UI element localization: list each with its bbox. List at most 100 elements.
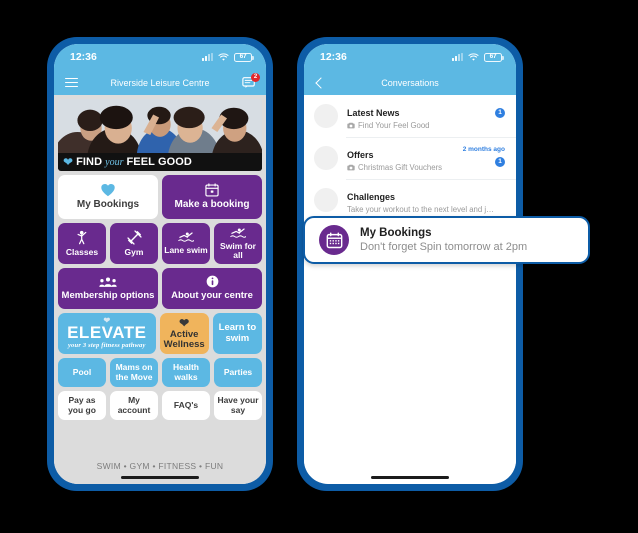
elevate-tagline: your 3 step fitness pathway (67, 342, 146, 350)
footer-tagline: SWIM • GYM • FITNESS • FUN (96, 461, 224, 472)
tile-my-bookings[interactable]: My Bookings (58, 175, 158, 219)
messages-button[interactable]: 2 (241, 72, 260, 91)
heart-icon: ❤ (179, 315, 190, 330)
person-exercising-icon (76, 230, 89, 245)
wifi-icon (468, 52, 479, 61)
battery-level: 67 (489, 52, 497, 60)
people-group-icon (99, 276, 117, 288)
conversation-preview: Christmas Gift Vouchers (358, 163, 443, 172)
tile-pool[interactable]: Pool (58, 358, 106, 387)
hamburger-menu-icon[interactable] (65, 77, 78, 88)
hero-text-2: your (105, 156, 124, 168)
tile-label: Learn to swim (218, 322, 257, 344)
unread-badge: 1 (495, 157, 505, 167)
hero-text-3: FEEL GOOD (126, 156, 192, 168)
status-time: 12:36 (70, 51, 97, 63)
home-body: ❤ FIND your FEEL GOOD My Bookings Make a… (54, 95, 266, 484)
conversations-header: Conversations (304, 70, 516, 95)
tile-about-your-centre[interactable]: About your centre (162, 268, 262, 309)
tile-pay-as-you-go[interactable]: Pay as you go (58, 391, 106, 420)
tile-label: Lane swim (164, 245, 208, 256)
home-indicator (121, 476, 199, 479)
conversation-preview-wrap: Christmas Gift Vouchers (347, 163, 454, 172)
screenshot-canvas: 12:36 67 Riverside Leisure Centre 2 ❤ FI… (0, 0, 638, 533)
swimmer-icon (178, 231, 194, 243)
conversation-content: Challenges Take your workout to the next… (347, 187, 496, 214)
tile-label: Have your say (217, 395, 259, 415)
signal-bars-icon (452, 53, 463, 61)
avatar (314, 188, 338, 212)
tile-label: FAQ's (173, 399, 199, 410)
highlighted-conversation-card[interactable]: My Bookings Don't forget Spin tomorrow a… (303, 216, 590, 264)
elevate-word: ELEVATE (67, 323, 147, 343)
calendar-icon (326, 232, 342, 248)
tile-row-2: Classes Gym Lane swim Swim for all (58, 223, 262, 264)
tile-label: My Bookings (76, 199, 140, 211)
tile-label: About your centre (171, 290, 253, 302)
signal-bars-icon (202, 53, 213, 61)
tile-parties[interactable]: Parties (214, 358, 262, 387)
tile-faqs[interactable]: FAQ's (162, 391, 210, 420)
tile-row-3: Membership options About your centre (58, 268, 262, 309)
tile-row-1: My Bookings Make a booking (58, 175, 262, 219)
tile-row-5: Pool Mams on the Move Health walks Parti… (58, 358, 262, 387)
tile-label: Make a booking (174, 199, 250, 211)
tile-label: Classes (65, 246, 99, 257)
phone-right: 12:36 67 Conversations Latest News Find … (297, 37, 523, 491)
conversation-content: Offers Christmas Gift Vouchers (347, 145, 454, 172)
conversation-meta: 1 (495, 103, 505, 118)
wifi-icon (218, 52, 229, 61)
tile-have-your-say[interactable]: Have your say (214, 391, 262, 420)
avatar (314, 146, 338, 170)
conversation-row-challenges[interactable]: Challenges Take your workout to the next… (304, 179, 516, 221)
tile-classes[interactable]: Classes (58, 223, 106, 264)
info-icon (206, 275, 219, 288)
hero-tagline: ❤ FIND your FEEL GOOD (58, 153, 262, 171)
tile-my-account[interactable]: My account (110, 391, 158, 420)
tile-swim-for-all[interactable]: Swim for all (214, 223, 262, 264)
avatar (314, 104, 338, 128)
tile-gym[interactable]: Gym (110, 223, 158, 264)
tile-label: Membership options (61, 289, 155, 301)
conversation-name: Latest News (347, 108, 400, 118)
highlighted-card-content: My Bookings Don't forget Spin tomorrow a… (360, 227, 527, 253)
camera-icon (347, 122, 355, 129)
tile-make-a-booking[interactable]: Make a booking (162, 175, 262, 219)
phone-right-screen: 12:36 67 Conversations Latest News Find … (304, 44, 516, 484)
app-title: Riverside Leisure Centre (110, 77, 210, 88)
tile-label: Health walks (173, 362, 199, 382)
tile-row-4: ❤ ELEVATE your 3 step fitness pathway ❤ … (58, 313, 262, 354)
app-header: Riverside Leisure Centre 2 (54, 70, 266, 95)
tile-row-6: Pay as you go My account FAQ's Have your… (58, 391, 262, 420)
conversation-content: Latest News Find Your Feel Good (347, 103, 486, 130)
highlighted-card-message: Don't forget Spin tomorrow at 2pm (360, 241, 528, 253)
unread-badge: 1 (495, 108, 505, 118)
status-bar-right: 12:36 67 (304, 44, 516, 70)
conversation-preview: Take your workout to the next level and … (347, 205, 494, 214)
avatar (319, 225, 349, 255)
tile-health-walks[interactable]: Health walks (162, 358, 210, 387)
tile-label: Gym (124, 246, 144, 257)
conversation-row-offers[interactable]: Offers Christmas Gift Vouchers 2 months … (304, 137, 516, 179)
tile-mams-on-the-move[interactable]: Mams on the Move (110, 358, 158, 387)
status-time: 12:36 (320, 51, 347, 63)
back-chevron-icon[interactable] (314, 77, 326, 89)
conversation-row-latest-news[interactable]: Latest News Find Your Feel Good 1 (304, 95, 516, 137)
conversation-name: Offers (347, 150, 374, 160)
swimmer-icon (230, 227, 246, 239)
tile-active-wellness[interactable]: ❤ Active Wellness (159, 313, 209, 354)
conversation-preview-wrap: Find Your Feel Good (347, 121, 486, 130)
heart-icon (100, 183, 116, 197)
battery-icon: 67 (484, 52, 504, 62)
tile-learn-to-swim[interactable]: Learn to swim (212, 313, 262, 354)
battery-icon: 67 (234, 52, 254, 62)
tile-label: Mams on the Move (115, 362, 153, 382)
hero-banner[interactable]: ❤ FIND your FEEL GOOD (58, 99, 262, 171)
tile-membership-options[interactable]: Membership options (58, 268, 158, 309)
phone-left-screen: 12:36 67 Riverside Leisure Centre 2 ❤ FI… (54, 44, 266, 484)
battery-level: 67 (239, 52, 247, 60)
tile-grid: My Bookings Make a booking Classes Gym L… (54, 171, 266, 458)
phone-left: 12:36 67 Riverside Leisure Centre 2 ❤ FI… (47, 37, 273, 491)
tile-elevate[interactable]: ❤ ELEVATE your 3 step fitness pathway (58, 313, 156, 354)
tile-lane-swim[interactable]: Lane swim (162, 223, 210, 264)
